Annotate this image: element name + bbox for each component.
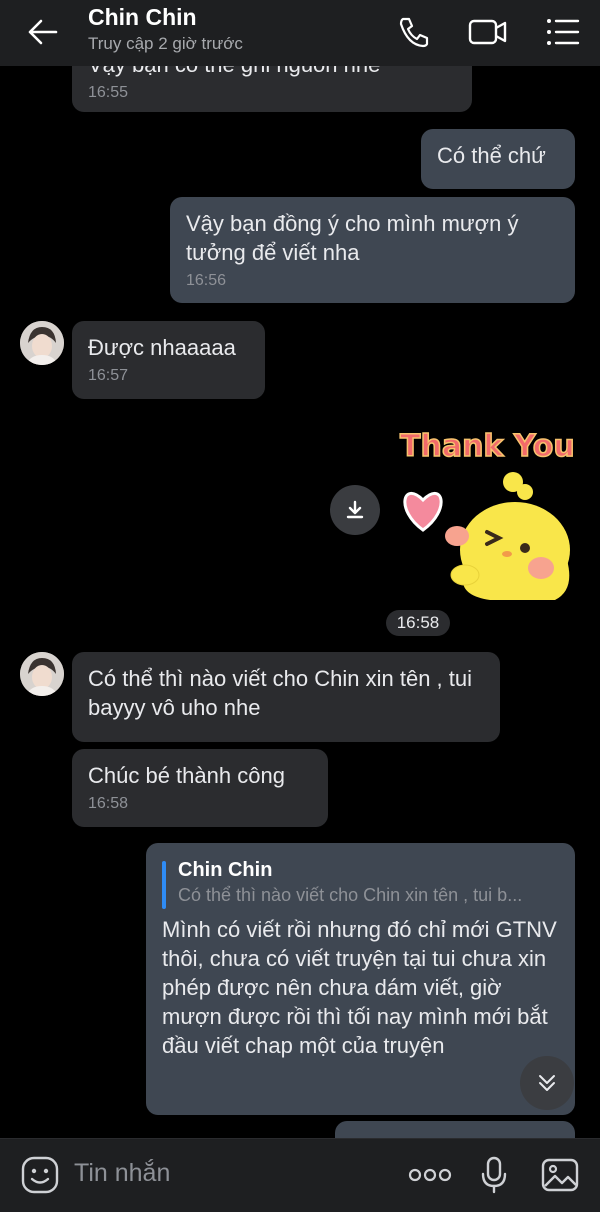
quote-accent-bar	[162, 861, 166, 909]
message-text: Có thể chứ	[437, 143, 546, 168]
double-chevron-down-icon	[539, 1075, 555, 1091]
emoji-button[interactable]	[20, 1155, 60, 1195]
message-time: 16:55	[88, 84, 129, 101]
image-icon	[541, 1158, 579, 1192]
video-call-icon	[468, 19, 507, 45]
call-button[interactable]	[394, 12, 434, 52]
send-image-button[interactable]	[540, 1155, 580, 1195]
message-outgoing[interactable]: Có thể chứ	[421, 129, 575, 189]
sticker-emoji-icon	[21, 1156, 59, 1194]
message-time: 16:58	[88, 795, 129, 812]
quote-text: Có thể thì nào viết cho Chin xin tên , t…	[178, 885, 523, 905]
chat-header: Chin Chin Truy cập 2 giờ trước	[0, 0, 600, 66]
contact-name[interactable]: Chin Chin	[88, 4, 197, 31]
video-call-button[interactable]	[466, 12, 507, 52]
message-text: Chúc bé thành công	[88, 763, 285, 788]
scroll-to-bottom-button[interactable]	[520, 1056, 574, 1110]
message-time: 16:56	[186, 272, 227, 289]
back-arrow-icon	[28, 19, 58, 45]
download-button[interactable]	[330, 485, 380, 535]
menu-button[interactable]	[542, 12, 582, 52]
message-outgoing-reply[interactable]: Chin Chin Có thể thì nào viết cho Chin x…	[146, 843, 575, 1115]
message-text: Có thể thì nào viết cho Chin xin tên , t…	[88, 666, 473, 720]
menu-icon	[547, 19, 580, 45]
message-incoming[interactable]: Chúc bé thành công 16:58	[72, 749, 328, 827]
message-text: Mình có viết rồi nhưng đó chỉ mới GTNV t…	[162, 917, 557, 1058]
download-icon	[346, 500, 364, 519]
message-incoming[interactable]: Được nhaaaaa 16:57	[72, 321, 265, 399]
back-button[interactable]	[24, 14, 64, 50]
quote-author: Chin Chin	[178, 859, 273, 881]
contact-avatar[interactable]	[20, 652, 64, 696]
phone-icon	[399, 17, 429, 48]
voice-message-button[interactable]	[474, 1155, 514, 1195]
message-input-bar: Tin nhắn	[0, 1138, 600, 1212]
contact-avatar[interactable]	[20, 321, 64, 365]
message-incoming[interactable]: Có thể thì nào viết cho Chin xin tên , t…	[72, 652, 500, 742]
sticker-image: Thank You	[399, 428, 576, 600]
message-input[interactable]: Tin nhắn	[74, 1159, 170, 1188]
message-outgoing[interactable]	[335, 1121, 575, 1138]
chat-area[interactable]: Vậy bạn có thể ghi nguồn nhé 16:55 Có th…	[0, 0, 600, 1138]
message-time: 16:57	[88, 367, 129, 384]
message-text: Được nhaaaaa	[88, 335, 236, 360]
message-outgoing[interactable]: Vậy bạn đồng ý cho mình mượn ý tưởng để …	[170, 197, 575, 303]
sticker-text: Thank You	[400, 429, 575, 464]
quoted-message[interactable]: Chin Chin Có thể thì nào viết cho Chin x…	[162, 857, 559, 909]
microphone-icon	[481, 1156, 507, 1194]
message-time-pill: 16:58	[386, 610, 450, 636]
more-options-button[interactable]	[408, 1155, 452, 1195]
thank-you-sticker[interactable]: Thank You	[395, 420, 576, 605]
more-dots-icon	[408, 1168, 452, 1182]
message-text: Vậy bạn đồng ý cho mình mượn ý tưởng để …	[186, 211, 519, 265]
contact-status: Truy cập 2 giờ trước	[88, 34, 243, 53]
